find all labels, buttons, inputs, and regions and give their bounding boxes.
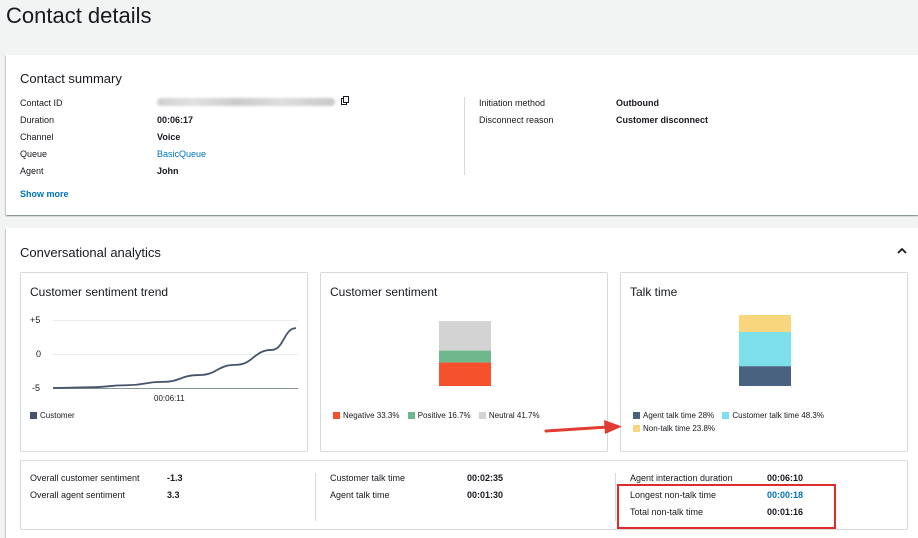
duration-label: Duration — [20, 115, 55, 125]
legend-swatch — [30, 412, 37, 419]
channel-label: Channel — [20, 132, 54, 142]
initiation-method-label: Initiation method — [479, 98, 546, 108]
legend-label: Agent talk time 28% — [643, 411, 715, 420]
overall-agent-sentiment-label: Overall agent sentiment — [30, 490, 126, 500]
overall-customer-sentiment-label: Overall customer sentiment — [30, 473, 140, 483]
talk-legend-row1: Agent talk time 28% Customer talk time 4… — [633, 411, 830, 420]
agent-talk-time-value: 00:01:30 — [467, 490, 504, 500]
overall-customer-sentiment-value: -1.3 — [167, 473, 183, 483]
show-more-link[interactable]: Show more — [20, 189, 69, 199]
talk-time-segment-customer-talk-time — [739, 331, 791, 367]
contact-id-label: Contact ID — [20, 98, 63, 108]
agent-talk-time-label: Agent talk time — [330, 490, 390, 500]
sentiment-trend-plot — [52, 327, 297, 389]
legend-label: Neutral 41.7% — [488, 411, 540, 420]
series-line-customer — [52, 327, 297, 389]
initiation-method-value: Outbound — [616, 98, 659, 108]
disconnect-reason-value: Customer disconnect — [616, 115, 709, 125]
talk-time-card: Talk time Agent talk time 28% Customer t… — [620, 272, 908, 452]
agent-value: John — [157, 166, 179, 176]
overall-agent-sentiment-value: 3.3 — [167, 490, 180, 500]
legend-label: Customer — [40, 411, 75, 420]
stats-divider — [315, 473, 316, 521]
legend-swatch — [722, 412, 730, 419]
legend-swatch — [633, 412, 640, 419]
sentiment-legend: Negative 33.3% Positive 16.7% Neutral 41… — [333, 411, 546, 420]
queue-link[interactable]: BasicQueue — [157, 149, 206, 159]
contact-id-value-redacted — [157, 98, 335, 106]
sentiment-trend-card: Customer sentiment trend +5 0 -5 00:06:1… — [20, 272, 308, 452]
duration-value: 00:06:17 — [157, 115, 194, 125]
queue-label: Queue — [20, 149, 48, 159]
agent-interaction-duration-value: 00:06:10 — [767, 473, 804, 483]
customer-talk-time-value: 00:02:35 — [467, 473, 504, 483]
copy-icon[interactable] — [341, 96, 350, 106]
agent-label: Agent — [20, 166, 44, 176]
highlight-box — [617, 484, 836, 529]
legend-label: Customer talk time 48.3% — [732, 411, 824, 420]
conversational-analytics-title: Conversational analytics — [20, 245, 161, 260]
x-tick-label: 00:06:11 — [154, 394, 185, 403]
contact-summary-panel: Contact summary Contact ID Duration 00:0… — [6, 55, 918, 215]
chevron-up-icon[interactable] — [896, 246, 908, 256]
talk-legend-row2: Non-talk time 23.8% — [633, 424, 721, 433]
stats-divider — [615, 473, 616, 521]
legend-swatch — [407, 412, 415, 419]
legend-swatch — [478, 412, 486, 419]
legend-label: Non-talk time 23.8% — [643, 424, 716, 433]
trend-legend: Customer — [30, 411, 75, 420]
sentiment-segment-negative — [439, 362, 491, 386]
legend-swatch — [333, 412, 340, 419]
contact-summary-title: Contact summary — [20, 71, 122, 86]
sentiment-segment-positive — [439, 350, 491, 363]
channel-value: Voice — [157, 132, 181, 142]
agent-interaction-duration-label: Agent interaction duration — [630, 473, 733, 483]
customer-talk-time-label: Customer talk time — [330, 473, 406, 483]
sentiment-segment-neutral — [439, 321, 491, 351]
legend-label: Negative 33.3% — [343, 411, 400, 420]
legend-swatch — [633, 425, 640, 432]
annotation-arrow — [544, 420, 622, 434]
disconnect-reason-label: Disconnect reason — [479, 115, 554, 125]
page-title: Contact details — [6, 3, 152, 28]
talk-time-segment-agent-talk-time — [739, 366, 791, 386]
summary-divider — [464, 97, 465, 175]
talk-time-segment-non-talk-time — [739, 315, 791, 332]
legend-label: Positive 16.7% — [417, 411, 471, 420]
